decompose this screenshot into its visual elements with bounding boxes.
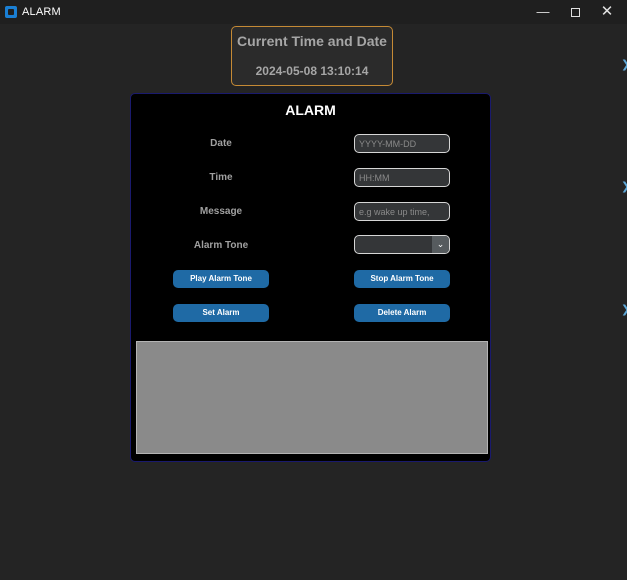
minimize-button[interactable]: — <box>527 0 559 24</box>
clock-value: 2024-05-08 13:10:14 <box>255 64 369 78</box>
date-input[interactable] <box>354 134 450 153</box>
close-icon: ✕ <box>600 3 614 20</box>
alarm-list-area[interactable] <box>136 341 488 454</box>
app-icon <box>5 6 17 18</box>
alarm-panel: ALARM Date Time Message Alarm Tone ⌄ Pla… <box>130 93 491 462</box>
edge-fragment: ❯ <box>621 303 627 316</box>
clock-panel: Current Time and Date 2024-05-08 13:10:1… <box>231 26 393 86</box>
message-input[interactable] <box>354 202 450 221</box>
alarm-tone-label: Alarm Tone <box>193 240 249 251</box>
stop-alarm-tone-button[interactable]: Stop Alarm Tone <box>354 270 450 288</box>
set-alarm-button[interactable]: Set Alarm <box>173 304 269 322</box>
close-button[interactable]: ✕ <box>591 0 623 24</box>
time-label: Time <box>209 172 233 183</box>
clock-title: Current Time and Date <box>237 33 387 49</box>
alarm-tone-dropdown[interactable]: ⌄ <box>354 235 450 254</box>
date-label: Date <box>210 138 232 149</box>
edge-fragment: ❯ <box>621 58 627 71</box>
message-label: Message <box>199 206 243 217</box>
delete-alarm-button[interactable]: Delete Alarm <box>354 304 450 322</box>
maximize-button[interactable] <box>559 0 591 24</box>
window-title: ALARM <box>22 6 61 18</box>
minimize-icon: — <box>536 4 550 19</box>
maximize-icon <box>570 8 580 18</box>
play-alarm-tone-button[interactable]: Play Alarm Tone <box>173 270 269 288</box>
edge-fragment: ❯ <box>621 180 627 193</box>
time-input[interactable] <box>354 168 450 187</box>
title-bar: ALARM — ✕ <box>0 0 627 24</box>
chevron-down-icon[interactable]: ⌄ <box>432 236 449 253</box>
panel-title: ALARM <box>285 102 336 118</box>
